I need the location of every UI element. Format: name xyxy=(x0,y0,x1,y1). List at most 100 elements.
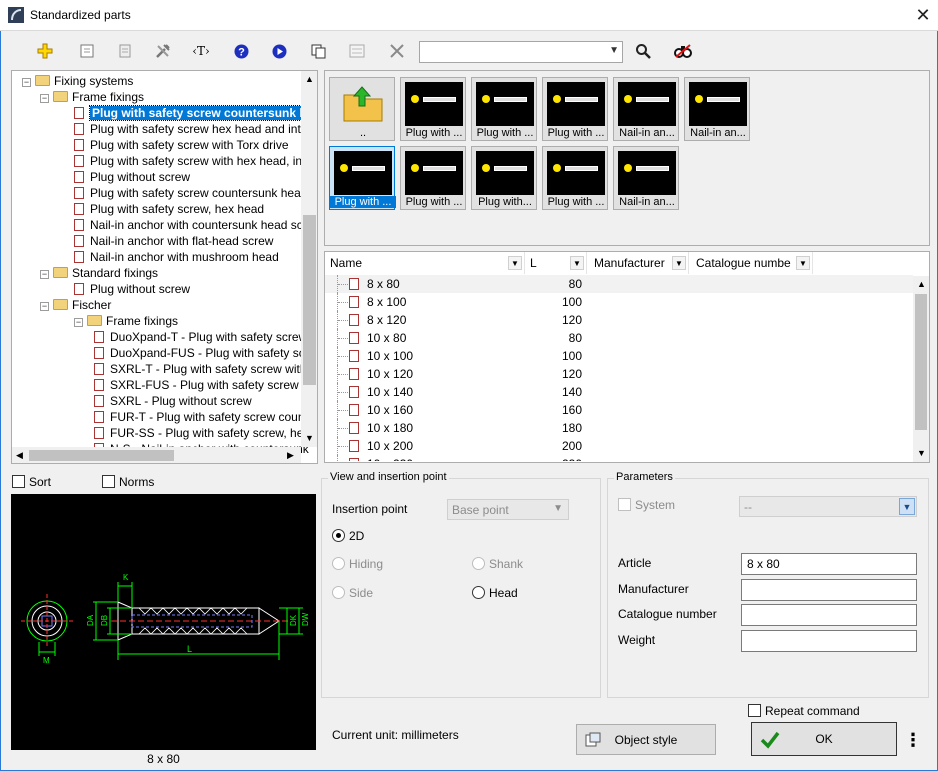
tools-icon[interactable] xyxy=(152,40,174,62)
tree-folder[interactable]: − Standard fixings xyxy=(40,265,158,281)
norms-checkbox[interactable]: Norms xyxy=(102,475,154,489)
radio-shank[interactable]: Shank xyxy=(472,557,523,571)
table-row[interactable]: 10 x 160 160 xyxy=(325,401,913,419)
binoculars-icon[interactable] xyxy=(672,40,694,62)
radio-hiding[interactable]: Hiding xyxy=(332,557,383,571)
table-row[interactable]: 10 x 100 100 xyxy=(325,347,913,365)
system-checkbox[interactable]: System xyxy=(618,498,675,512)
table-row[interactable]: 10 x 80 80 xyxy=(325,329,913,347)
collapse-icon[interactable]: − xyxy=(22,78,31,87)
document-icon[interactable] xyxy=(114,40,136,62)
tree-item[interactable]: FUR-T - Plug with safety screw counter xyxy=(94,409,317,425)
column-header-l[interactable]: L ▼ xyxy=(525,252,587,274)
chevron-down-icon[interactable]: ▼ xyxy=(672,256,686,270)
tree-item[interactable]: Nail-in anchor with countersunk head scr… xyxy=(74,217,317,233)
part-thumb[interactable]: Plug with... xyxy=(471,146,537,210)
tree-folder[interactable]: − Fischer xyxy=(40,297,111,313)
tree-item[interactable]: DuoXpand-T - Plug with safety screw co xyxy=(94,329,317,345)
tree-item[interactable]: SXRL-T - Plug with safety screw with To xyxy=(94,361,317,377)
chevron-down-icon[interactable]: ▼ xyxy=(570,256,584,270)
part-thumb[interactable]: Plug with ... xyxy=(400,77,466,141)
part-thumb[interactable]: Plug with ... xyxy=(400,146,466,210)
variants-grid[interactable]: Name ▼ L ▼ Manufacturer ▼ Catalogue numbe ▼ … xyxy=(324,251,930,463)
insertion-point-select[interactable]: Base point ▼ xyxy=(447,499,569,520)
radio-head[interactable]: Head xyxy=(472,586,518,600)
catalog-tree[interactable]: − Fixing systems − Frame fixings Plug with s… xyxy=(11,70,318,464)
tree-item[interactable]: Plug with safety screw, hex head xyxy=(74,201,264,217)
repeat-command-checkbox[interactable]: Repeat command xyxy=(748,704,860,718)
part-thumb[interactable]: Plug with ... xyxy=(329,146,396,210)
add-icon[interactable] xyxy=(34,40,56,62)
object-style-button[interactable]: Object style xyxy=(576,724,716,755)
part-thumb[interactable]: Nail-in an... xyxy=(613,146,679,210)
tree-item[interactable]: Plug without screw xyxy=(74,169,190,185)
column-header-manufacturer[interactable]: Manufacturer ▼ xyxy=(589,252,689,274)
sort-checkbox[interactable]: Sort xyxy=(12,475,51,489)
ok-button[interactable]: OK xyxy=(751,722,897,756)
table-row[interactable]: 8 x 100 100 xyxy=(325,293,913,311)
collapse-icon[interactable]: − xyxy=(40,302,49,311)
grid-vertical-scrollbar[interactable]: ▲ ▼ xyxy=(913,276,929,462)
tree-item[interactable]: FUR-SS - Plug with safety screw, hex h xyxy=(94,425,317,441)
search-combo[interactable]: ▼ xyxy=(419,41,623,63)
article-field[interactable]: 8 x 80 xyxy=(741,553,917,575)
tree-item[interactable]: Nail-in anchor with flat-head screw xyxy=(74,233,273,249)
chevron-down-icon[interactable]: ▼ xyxy=(796,256,810,270)
tree-folder[interactable]: − Frame fixings xyxy=(74,313,178,329)
scroll-down-icon[interactable]: ▼ xyxy=(305,433,314,443)
tree-item[interactable]: Plug with safety screw hex head and inte… xyxy=(74,121,317,137)
tree-item[interactable]: SXRL - Plug without screw xyxy=(94,393,252,409)
tree-item[interactable]: Plug without screw xyxy=(74,281,190,297)
tree-folder[interactable]: − Fixing systems xyxy=(22,73,133,89)
table-row[interactable]: 10 x 120 120 xyxy=(325,365,913,383)
tree-item[interactable]: Plug with safety screw countersunk head xyxy=(74,105,317,121)
scroll-left-icon[interactable]: ◀ xyxy=(16,450,23,461)
table-row[interactable]: 10 x 200 200 xyxy=(325,437,913,455)
play-icon[interactable] xyxy=(268,40,290,62)
scroll-up-icon[interactable]: ▲ xyxy=(917,279,926,289)
properties-icon[interactable] xyxy=(76,40,98,62)
table-row[interactable]: 10 x 180 180 xyxy=(325,419,913,437)
grid-scroll-thumb[interactable] xyxy=(915,294,927,430)
scroll-down-icon[interactable]: ▼ xyxy=(917,448,926,458)
column-header-name[interactable]: Name ▼ xyxy=(325,252,525,274)
radio-2d[interactable]: 2D xyxy=(332,529,364,543)
tree-scroll-thumb[interactable] xyxy=(303,215,316,385)
collapse-icon[interactable]: − xyxy=(40,270,49,279)
manufacturer-field[interactable] xyxy=(741,579,917,601)
tree-item[interactable]: Plug with safety screw countersunk head xyxy=(74,185,307,201)
part-thumb[interactable]: Nail-in an... xyxy=(613,77,679,141)
tree-folder[interactable]: − Frame fixings xyxy=(40,89,144,105)
tree-item[interactable]: Plug with safety screw with hex head, in… xyxy=(74,153,317,169)
weight-field[interactable] xyxy=(741,630,917,652)
catalogue-number-field[interactable] xyxy=(741,604,917,626)
tree-item[interactable]: Plug with safety screw with Torx drive xyxy=(74,137,289,153)
system-select[interactable]: -- ▼ xyxy=(739,496,917,517)
radio-side[interactable]: Side xyxy=(332,586,373,600)
tree-horizontal-scrollbar[interactable]: ◀ ▶ xyxy=(12,447,301,463)
collapse-icon[interactable]: − xyxy=(40,94,49,103)
text-tag-icon[interactable]: ‹T› xyxy=(190,40,212,62)
table-row[interactable]: 8 x 80 80 xyxy=(325,275,913,293)
tree-vertical-scrollbar[interactable]: ▲ ▼ xyxy=(301,71,317,447)
table-row[interactable]: 8 x 120 120 xyxy=(325,311,913,329)
tree-item[interactable]: DuoXpand-FUS - Plug with safety screw xyxy=(94,345,317,361)
more-options-button[interactable]: ⋮ xyxy=(903,730,923,750)
part-thumb[interactable]: Plug with ... xyxy=(542,146,608,210)
table-row[interactable]: 10 x 230 230 xyxy=(325,455,913,461)
tree-hscroll-thumb[interactable] xyxy=(29,450,174,461)
help-icon[interactable]: ? xyxy=(230,40,252,62)
scroll-up-icon[interactable]: ▲ xyxy=(305,74,314,84)
delete-icon[interactable] xyxy=(386,40,408,62)
copy-icon[interactable] xyxy=(308,40,330,62)
part-thumb[interactable]: Plug with ... xyxy=(471,77,537,141)
collapse-icon[interactable]: − xyxy=(74,318,83,327)
table-row[interactable]: 10 x 140 140 xyxy=(325,383,913,401)
tree-item[interactable]: Nail-in anchor with mushroom head xyxy=(74,249,279,265)
part-thumb[interactable]: Nail-in an... xyxy=(684,77,750,141)
tree-item[interactable]: SXRL-FUS - Plug with safety screw with xyxy=(94,377,317,393)
scroll-right-icon[interactable]: ▶ xyxy=(287,450,294,461)
part-thumb[interactable]: Plug with ... xyxy=(542,77,608,141)
list-icon[interactable] xyxy=(346,40,368,62)
column-header-catalogue[interactable]: Catalogue numbe ▼ xyxy=(691,252,813,274)
